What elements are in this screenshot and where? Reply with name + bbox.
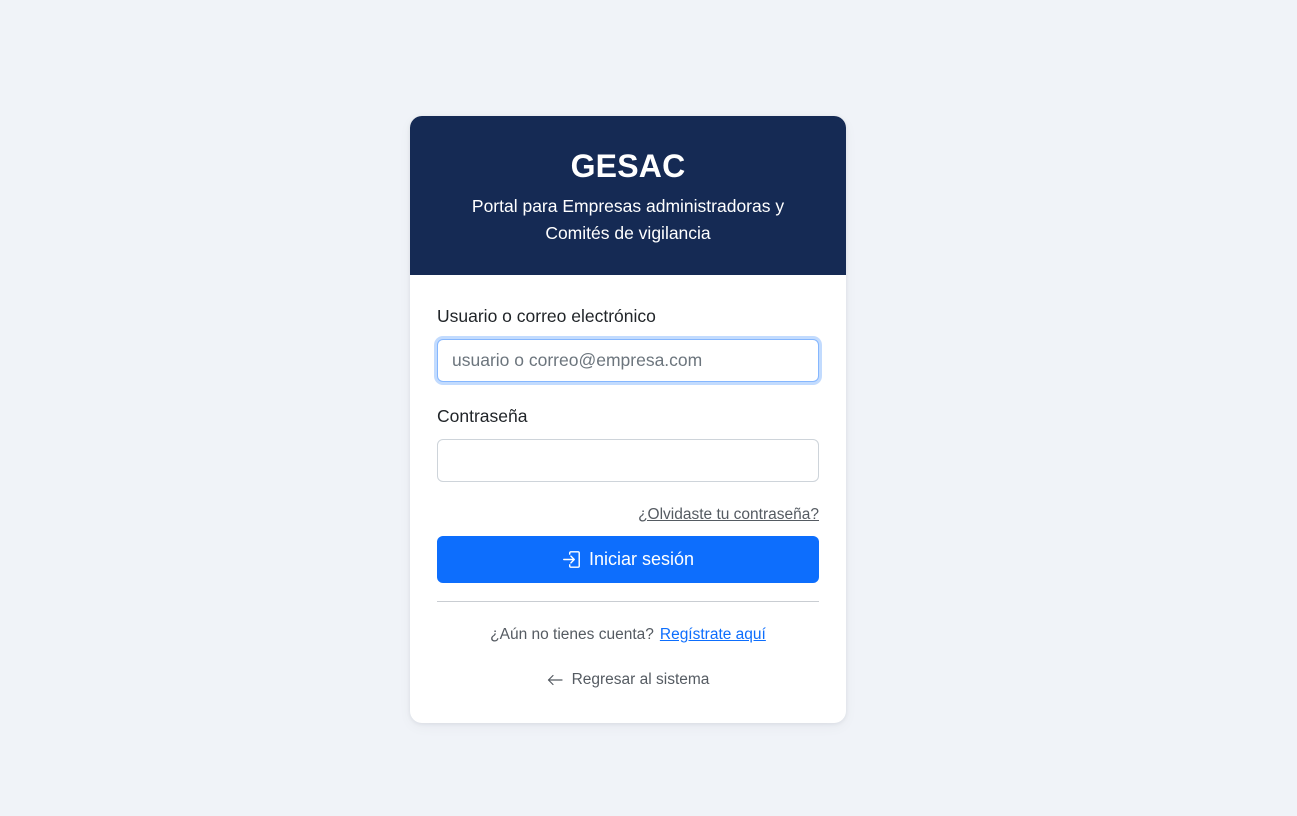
forgot-password-link[interactable]: ¿Olvidaste tu contraseña? (638, 506, 819, 523)
card-header: GESAC Portal para Empresas administrador… (410, 116, 846, 275)
app-subtitle: Portal para Empresas administradoras y C… (471, 196, 785, 243)
back-row: Regresar al sistema (437, 670, 819, 692)
register-link[interactable]: Regístrate aquí (660, 626, 766, 643)
login-button[interactable]: Iniciar sesión (437, 536, 819, 583)
back-to-system-link[interactable]: Regresar al sistema (547, 670, 710, 690)
box-arrow-in-right-icon (563, 551, 580, 568)
forgot-password-row: ¿Olvidaste tu contraseña? (437, 505, 819, 525)
arrow-left-icon (547, 674, 563, 686)
register-prompt: ¿Aún no tienes cuenta? (490, 626, 654, 643)
login-card: GESAC Portal para Empresas administrador… (410, 116, 846, 723)
password-input[interactable] (437, 439, 819, 482)
login-button-label: Iniciar sesión (588, 549, 695, 569)
login-form: Usuario o correo electrónico Contraseña … (410, 305, 846, 692)
user-field-label: Usuario o correo electrónico (437, 306, 656, 326)
register-row: ¿Aún no tienes cuenta? Regístrate aquí (437, 625, 819, 645)
password-field-label: Contraseña (437, 406, 528, 426)
back-link-label: Regresar al sistema (571, 671, 710, 688)
divider (437, 601, 819, 602)
app-title: GESAC (570, 148, 686, 184)
user-input[interactable] (437, 339, 819, 382)
